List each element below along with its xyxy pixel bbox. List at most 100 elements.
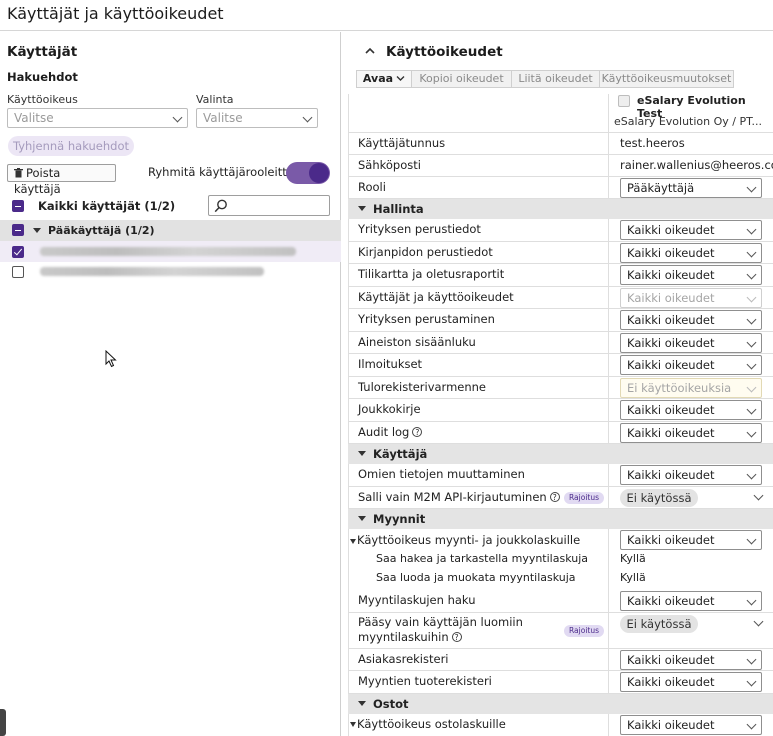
info-row: Rooli Pääkäyttäjä bbox=[348, 177, 773, 199]
user-search-input[interactable] bbox=[208, 195, 330, 216]
select-all-users-checkbox[interactable] bbox=[12, 200, 24, 212]
permission-row: Myyntien tuoterekisteri Kaikki oikeudet bbox=[348, 671, 773, 694]
chevron-down-icon bbox=[746, 382, 757, 392]
dropdown-value: Kaikki oikeudet bbox=[627, 675, 715, 689]
user-row[interactable] bbox=[0, 262, 341, 283]
row-label: Sähköposti bbox=[358, 158, 421, 172]
row-value: test.heeros bbox=[620, 136, 685, 150]
dropdown-value: Kaikki oikeudet bbox=[627, 468, 715, 482]
chevron-down-icon bbox=[746, 182, 757, 193]
permission-dropdown[interactable]: Kaikki oikeudet bbox=[620, 714, 762, 735]
row-label: Omien tietojen muuttaminen bbox=[358, 467, 525, 481]
group-hallinta[interactable]: Hallinta bbox=[348, 199, 773, 219]
choice-filter-select[interactable]: Valitse bbox=[196, 108, 318, 128]
row-label: Käyttäjätunnus bbox=[358, 136, 446, 150]
mouse-pointer-icon bbox=[105, 350, 117, 368]
row-value: Kyllä bbox=[620, 571, 646, 584]
clear-search-button[interactable]: Tyhjennä hakuehdot bbox=[8, 136, 134, 156]
app-header: Käyttäjät ja käyttöoikeudet bbox=[0, 0, 773, 31]
permission-dropdown[interactable]: Kaikki oikeudet bbox=[620, 530, 762, 550]
expand-triangle-icon[interactable] bbox=[350, 539, 356, 544]
permission-dropdown[interactable]: Kaikki oikeudet bbox=[620, 242, 762, 263]
dropdown-value: Kaikki oikeudet bbox=[627, 594, 715, 608]
paste-permissions-button[interactable]: Liitä oikeudet bbox=[512, 71, 600, 87]
row-label: Kirjanpidon perustiedot bbox=[358, 244, 493, 259]
toggle-pill[interactable]: Ei käytössä bbox=[620, 488, 698, 507]
role-group-checkbox[interactable] bbox=[12, 224, 24, 236]
dropdown-value: Kaikki oikeudet bbox=[627, 245, 715, 260]
chevron-down-icon bbox=[746, 654, 757, 664]
dropdown-value: Kaikki oikeudet bbox=[627, 358, 715, 372]
choice-filter-label: Valinta bbox=[196, 93, 234, 106]
permission-row: Pääsy vain käyttäjän luomiin myyntilaskui… bbox=[348, 613, 773, 649]
collapse-triangle-icon[interactable] bbox=[358, 206, 366, 211]
dropdown-value: Kaikki oikeudet bbox=[627, 403, 715, 417]
permission-dropdown[interactable]: Ei käyttöoikeuksia bbox=[620, 377, 762, 398]
dropdown-value: Kaikki oikeudet bbox=[627, 268, 715, 282]
permission-dropdown[interactable]: Kaikki oikeudet bbox=[620, 332, 762, 353]
permission-dropdown[interactable]: Kaikki oikeudet bbox=[620, 287, 762, 308]
collapse-triangle-icon[interactable] bbox=[358, 700, 366, 706]
user-row-checkbox[interactable] bbox=[12, 266, 24, 278]
chevron-down-icon bbox=[746, 427, 757, 437]
collapse-triangle-icon[interactable] bbox=[358, 451, 366, 456]
search-icon bbox=[214, 199, 227, 213]
user-row[interactable] bbox=[0, 241, 341, 262]
chevron-down-icon[interactable] bbox=[753, 616, 764, 626]
dropdown-value: Kaikki oikeudet bbox=[627, 425, 715, 440]
user-row-checkbox[interactable] bbox=[12, 246, 24, 258]
chevron-up-icon[interactable] bbox=[364, 46, 376, 56]
group-myynnit[interactable]: Myynnit bbox=[348, 509, 773, 529]
info-row: Sähköposti rainer.wallenius@heeros.com bbox=[348, 155, 773, 177]
expand-triangle-icon[interactable] bbox=[350, 721, 356, 727]
dropdown-value: Ei käyttöoikeuksia bbox=[627, 380, 732, 395]
row-label: Pääsy vain käyttäjän luomiin bbox=[358, 614, 523, 629]
question-circle-icon[interactable]: ? bbox=[412, 426, 423, 437]
copy-permissions-button[interactable]: Kopioi oikeudet bbox=[412, 71, 512, 87]
delete-user-button[interactable]: Poista käyttäjä bbox=[7, 164, 116, 196]
collapse-triangle-icon[interactable] bbox=[358, 516, 366, 521]
group-ostot[interactable]: Ostot bbox=[348, 693, 773, 714]
permission-dropdown[interactable]: Kaikki oikeudet bbox=[620, 355, 762, 375]
chevron-down-icon bbox=[746, 595, 757, 606]
permission-dropdown[interactable]: Pääkäyttäjä bbox=[620, 178, 762, 198]
permission-dropdown[interactable]: Kaikki oikeudet bbox=[620, 672, 762, 692]
permissions-toolbar: Avaa Kopioi oikeudet Liitä oikeudet Käyt… bbox=[356, 70, 734, 88]
company-checkbox[interactable] bbox=[618, 95, 630, 107]
search-criteria-title: Hakuehdot bbox=[7, 70, 78, 84]
permission-dropdown[interactable]: Kaikki oikeudet bbox=[620, 220, 762, 240]
permission-row: Tulorekisterivarmenne Ei käyttöoikeuksia bbox=[348, 377, 773, 399]
chevron-down-icon bbox=[746, 404, 757, 415]
role-group-label: Pääkäyttäjä (1/2) bbox=[48, 224, 155, 237]
chevron-down-icon bbox=[746, 292, 757, 302]
group-kayttaja[interactable]: Käyttäjä bbox=[348, 444, 773, 464]
chevron-down-icon bbox=[746, 719, 757, 729]
restriction-badge: Rajoitus bbox=[564, 491, 604, 504]
open-dropdown-button[interactable]: Avaa bbox=[357, 71, 412, 87]
toggle-pill[interactable]: Ei käytössä bbox=[620, 614, 698, 633]
permission-dropdown[interactable]: Kaikki oikeudet bbox=[620, 591, 762, 611]
permission-dropdown[interactable]: Kaikki oikeudet bbox=[620, 400, 762, 420]
permission-dropdown[interactable]: Kaikki oikeudet bbox=[620, 465, 762, 485]
permission-dropdown[interactable]: Kaikki oikeudet bbox=[620, 422, 762, 443]
role-filter-select[interactable]: Valitse bbox=[7, 108, 188, 128]
permission-changes-button[interactable]: Käyttöoikeusmuutokset bbox=[600, 71, 733, 87]
permission-row: Käyttöoikeus myynti- ja joukkolaskuille K… bbox=[348, 529, 773, 589]
row-label: Ilmoitukset bbox=[358, 357, 423, 371]
permission-dropdown[interactable]: Kaikki oikeudet bbox=[620, 310, 762, 330]
resize-handle[interactable] bbox=[0, 709, 6, 736]
question-circle-icon[interactable]: ? bbox=[451, 631, 462, 642]
row-label: Asiakasrekisteri bbox=[358, 651, 449, 666]
question-circle-icon[interactable]: ? bbox=[549, 491, 560, 502]
collapse-triangle-icon[interactable] bbox=[33, 228, 41, 233]
permission-dropdown[interactable]: Kaikki oikeudet bbox=[620, 649, 762, 670]
group-by-role-toggle[interactable] bbox=[286, 162, 330, 184]
chevron-down-icon[interactable] bbox=[753, 490, 764, 500]
info-row: Käyttäjätunnus test.heeros bbox=[348, 133, 773, 155]
row-label: Myyntien tuoterekisteri bbox=[358, 674, 492, 688]
role-filter-value: Valitse bbox=[14, 111, 54, 125]
permission-row: Omien tietojen muuttaminen Kaikki oikeude… bbox=[348, 464, 773, 487]
permission-row: Kirjanpidon perustiedot Kaikki oikeudet bbox=[348, 242, 773, 264]
permission-dropdown[interactable]: Kaikki oikeudet bbox=[620, 265, 762, 285]
role-group-row[interactable]: Pääkäyttäjä (1/2) bbox=[0, 220, 341, 241]
